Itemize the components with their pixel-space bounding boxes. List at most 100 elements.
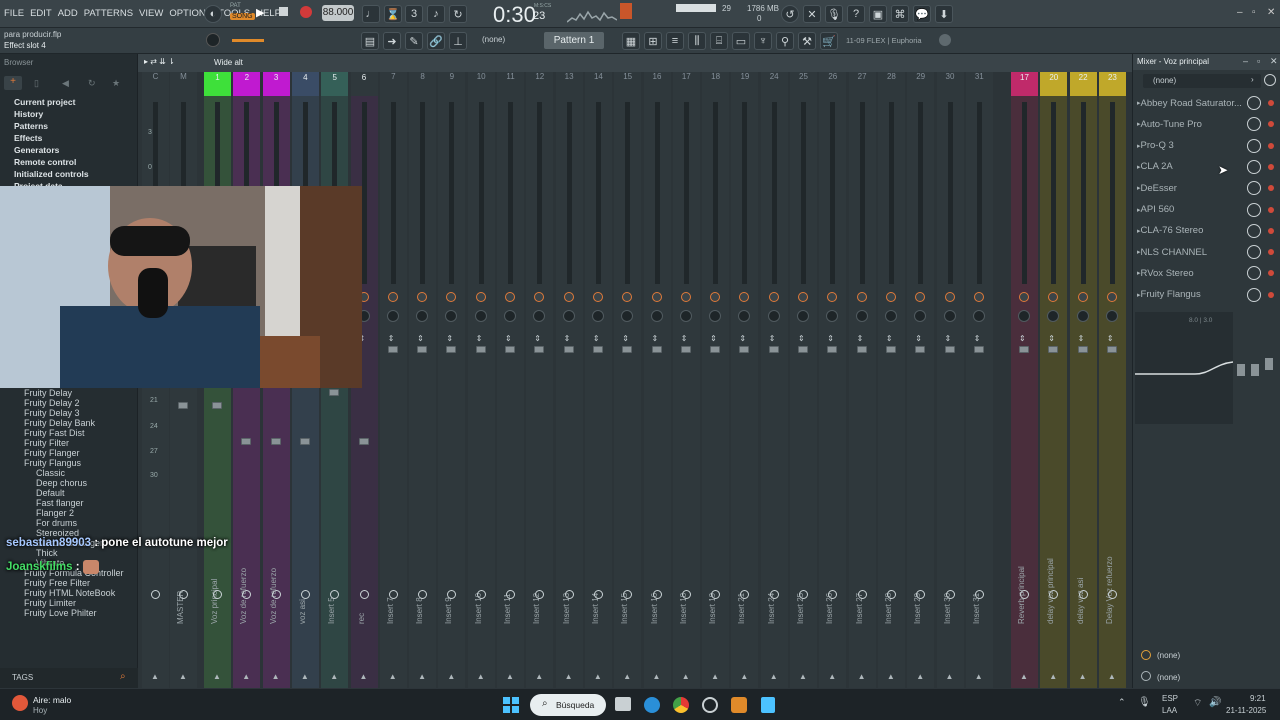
browser-item[interactable]: Fruity Flanger	[24, 448, 136, 458]
stereo-knob[interactable]	[1105, 310, 1118, 322]
browser-item[interactable]: Remote control	[14, 156, 134, 168]
volume-fader[interactable]	[505, 346, 515, 353]
strip-label[interactable]: Insert 29	[913, 534, 927, 624]
microphone-icon[interactable]: 🎙	[825, 5, 843, 23]
tags-label[interactable]: TAGS	[12, 673, 33, 682]
route-switch[interactable]	[681, 590, 691, 599]
browser-item[interactable]: Current project	[14, 96, 134, 108]
task-view-icon[interactable]	[615, 697, 631, 711]
pan-knob[interactable]	[1077, 292, 1088, 302]
effect-slot-name[interactable]: Fruity Flangus	[1141, 289, 1201, 300]
strip-label[interactable]: Insert 12	[532, 534, 546, 624]
panel-close-icon[interactable]: ✕	[1270, 56, 1278, 67]
swap-icon[interactable]: ⇕	[505, 334, 512, 343]
weather-title[interactable]: Aire: malo	[33, 695, 71, 705]
search-icon[interactable]: ⌕	[120, 671, 126, 682]
mixer-strip[interactable]: 16 ⇕ Insert 16 ▲	[643, 72, 671, 688]
route-arrow-icon[interactable]: ▲	[682, 672, 690, 681]
pencil-icon[interactable]: ✎	[405, 32, 423, 50]
stereo-knob[interactable]	[884, 310, 897, 322]
volume-fader[interactable]	[387, 346, 398, 353]
touch-keyboard-icon[interactable]: ⚲	[776, 32, 794, 50]
stop-icon[interactable]	[279, 7, 288, 16]
link-icon[interactable]: 🔗	[427, 32, 445, 50]
news-ticker[interactable]: 11-09 FLEX | Euphoria	[846, 36, 922, 45]
slot-enable-icon[interactable]	[1268, 206, 1274, 213]
record-icon[interactable]	[300, 6, 312, 18]
volume-fader[interactable]	[1077, 346, 1088, 353]
browser-star-icon[interactable]: ★	[112, 78, 120, 89]
store-icon[interactable]: 🛒	[820, 32, 838, 50]
route-switch[interactable]	[652, 590, 662, 599]
slot-mix-knob[interactable]	[1247, 117, 1261, 132]
volume-fader[interactable]	[768, 346, 779, 353]
route-arrow-icon[interactable]: ▲	[418, 672, 426, 681]
menu-edit[interactable]: EDIT	[30, 8, 52, 19]
browser-item[interactable]: Default	[24, 488, 136, 498]
route-arrow-icon[interactable]: ▲	[975, 672, 983, 681]
pan-knob[interactable]	[680, 292, 691, 302]
effect-slot[interactable]: ▸ CLA-76 Stereo	[1137, 222, 1277, 240]
effect-slot[interactable]: ▸ NLS CHANNEL	[1137, 243, 1277, 261]
pan-knob[interactable]	[798, 292, 808, 302]
effect-slot[interactable]: ▸ Abbey Road Saturator...	[1137, 94, 1277, 112]
browser-item[interactable]: Fruity Delay Bank	[24, 418, 136, 428]
volume-fader[interactable]	[856, 346, 867, 353]
stereo-knob[interactable]	[1018, 310, 1030, 322]
strip-label[interactable]: rec	[357, 534, 371, 624]
browser-item[interactable]: Effects	[14, 132, 134, 144]
volume-fader[interactable]	[563, 346, 574, 353]
stereo-knob[interactable]	[533, 310, 546, 322]
pan-knob[interactable]	[710, 292, 721, 302]
route-arrow-icon[interactable]: ▲	[213, 672, 221, 681]
swap-icon[interactable]: ⇕	[1078, 334, 1085, 343]
pan-knob[interactable]	[651, 292, 662, 302]
slot-mix-knob[interactable]	[1247, 138, 1261, 153]
stereo-knob[interactable]	[621, 310, 634, 322]
route-switch[interactable]	[506, 590, 515, 599]
input-select[interactable]: (none) ›	[1143, 74, 1261, 88]
mixer-strip[interactable]: 8 ⇕ Insert 8 ▲	[409, 72, 437, 688]
tray-microphone-icon[interactable]: 🎙	[1138, 697, 1151, 708]
route-arrow-icon[interactable]: ▲	[330, 672, 338, 681]
route-arrow-icon[interactable]: ▲	[623, 672, 631, 681]
pan-knob[interactable]	[973, 292, 984, 302]
route-switch[interactable]	[857, 590, 867, 599]
effect-slot-name[interactable]: Abbey Road Saturator...	[1141, 98, 1242, 109]
strip-label[interactable]: Insert 28	[884, 534, 898, 624]
browser-item[interactable]: Generators	[14, 144, 134, 156]
pan-knob[interactable]	[1048, 292, 1059, 302]
route-arrow-icon[interactable]: ▲	[916, 672, 924, 681]
menu-view[interactable]: VIEW	[139, 8, 163, 19]
route-switch[interactable]	[769, 590, 779, 599]
stereo-knob[interactable]	[738, 310, 751, 322]
volume-fader[interactable]	[212, 402, 222, 409]
strip-label[interactable]: Insert 13	[562, 534, 576, 624]
strip-label[interactable]: Insert 24	[767, 534, 781, 624]
stereo-knob[interactable]	[1047, 310, 1060, 322]
volume-fader[interactable]	[534, 346, 545, 353]
loop-record-icon[interactable]: ↻	[449, 5, 467, 23]
pan-knob[interactable]	[505, 292, 515, 302]
strip-label[interactable]: Insert 9	[444, 534, 458, 624]
channel-rack-icon[interactable]: ⊞	[644, 32, 662, 50]
volume-fader[interactable]	[739, 346, 750, 353]
volume-fader[interactable]	[915, 346, 926, 353]
slot-enable-icon[interactable]	[1268, 100, 1274, 106]
effect-slot[interactable]: ▸ RVox Stereo	[1137, 264, 1277, 282]
swap-icon[interactable]: ⇕	[710, 334, 717, 343]
stereo-knob[interactable]	[767, 310, 780, 322]
mixer-strip[interactable]: 20 ⇕ delay voz principal ▲	[1040, 72, 1068, 688]
wifi-icon[interactable]: ⌔	[1193, 697, 1202, 710]
browser-item[interactable]: Fruity Delay 2	[24, 398, 136, 408]
playlist-view-icon[interactable]: ≡	[666, 32, 684, 50]
swap-icon[interactable]: ⇕	[1048, 334, 1055, 343]
effect-slot[interactable]: ▸ Auto-Tune Pro	[1137, 115, 1277, 133]
effect-slot-name[interactable]: CLA-76 Stereo	[1141, 225, 1204, 236]
stereo-knob[interactable]	[797, 310, 809, 322]
mixer-strip[interactable]: 9 ⇕ Insert 9 ▲	[438, 72, 466, 688]
globe-icon[interactable]	[939, 34, 951, 46]
route-arrow-icon[interactable]: ▲	[1108, 672, 1116, 681]
effect-slot-name[interactable]: RVox Stereo	[1141, 268, 1194, 279]
strip-label[interactable]: Insert 27	[855, 534, 869, 624]
